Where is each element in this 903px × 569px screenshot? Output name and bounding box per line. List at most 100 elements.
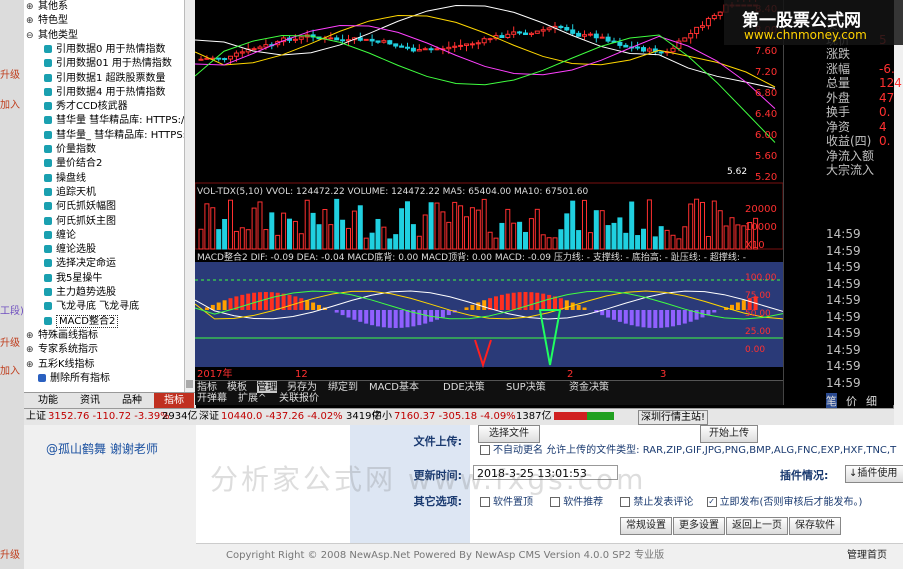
detail-tab[interactable]: 细 xyxy=(866,393,877,409)
tree-item-label: 何氏抓妖主图 xyxy=(56,215,116,227)
tree-item[interactable]: 缠论选股 xyxy=(44,243,96,257)
macd-histogram-bar xyxy=(671,310,675,327)
indicator-tree: ⊕ 其他系 ⊕ 特色型 ⊖ 其他类型 引用数据0 用于热情指数 引用数据01 用于热情指数 引用… xyxy=(24,0,195,392)
tab-indicator[interactable]: 指标 xyxy=(154,393,194,409)
save-software-button[interactable]: 保存软件 xyxy=(789,517,841,535)
candle-body xyxy=(582,34,587,37)
tree-expander-icon[interactable]: ⊕ xyxy=(26,343,38,357)
tree-item[interactable]: 引用数据0 用于热情指数 xyxy=(44,43,166,57)
volume-bar xyxy=(340,219,346,250)
detail-tab[interactable]: 价 xyxy=(846,393,857,409)
candle-body xyxy=(446,46,452,50)
volume-bar xyxy=(428,202,434,250)
tree-item[interactable]: 操盘线 xyxy=(44,172,86,186)
tree-scrollbar[interactable] xyxy=(184,0,195,392)
macd-histogram-bar xyxy=(440,310,445,318)
tree-expander-icon[interactable]: ⊕ xyxy=(26,358,38,372)
volume-bar xyxy=(328,224,334,250)
extra-tab[interactable]: 开弹幕 xyxy=(197,393,227,405)
volume-bar xyxy=(464,216,469,250)
candle-body xyxy=(617,41,623,46)
opt-no-comment-checkbox[interactable]: 禁止发表评论 xyxy=(620,497,693,508)
candle-body xyxy=(623,44,629,48)
tick-time: 14:59 xyxy=(826,276,861,291)
strip-upgrade-2[interactable]: 升级 xyxy=(0,334,20,349)
strip-upgrade-3[interactable]: 升级 xyxy=(0,546,20,561)
tree-item[interactable]: 追踪天机 xyxy=(44,186,96,200)
tree-folder[interactable]: ⊕ 特色型 xyxy=(26,14,68,28)
tree-item[interactable]: 引用数据01 用于热情指数 xyxy=(44,57,172,71)
macd-histogram-bar xyxy=(299,298,304,310)
tree-folder[interactable]: ⊕ 特殊画线指标 xyxy=(26,329,98,343)
footer-admin-link[interactable]: 管理首页 xyxy=(847,546,887,561)
volume-bar xyxy=(729,217,735,250)
macd-histogram-bar xyxy=(405,310,410,328)
tree-folder[interactable]: ⊕ 其他系 xyxy=(26,0,68,14)
normal-settings-button[interactable]: 常规设置 xyxy=(620,517,672,535)
tree-item[interactable]: 主力趋势选股 xyxy=(44,286,116,300)
volume-bar xyxy=(287,218,292,250)
quote-label: 净流入额 xyxy=(826,148,875,163)
candle-body xyxy=(464,43,469,46)
tree-item[interactable]: 何氏抓妖主图 xyxy=(44,215,116,229)
tab-news[interactable]: 资讯 xyxy=(70,393,110,409)
detail-tab[interactable]: 笔 xyxy=(826,393,837,409)
tree-folder[interactable]: ⊕ 专家系统指示 xyxy=(26,343,98,357)
tree-item[interactable]: 选择决定命运 xyxy=(44,257,116,271)
tree-folder[interactable]: ⊕ 五彩K线指标 xyxy=(26,358,95,372)
auto-rename-option[interactable]: 不自动更名 允许上传的文件类型: RAR,ZIP,GIF,JPG,PNG,BMP… xyxy=(480,441,896,456)
tree-expander-icon[interactable]: ⊕ xyxy=(26,329,38,343)
tree-item[interactable]: 飞龙寻底 飞龙寻底 xyxy=(44,300,139,314)
candle-body xyxy=(481,38,487,44)
tree-expander-icon[interactable]: ⊕ xyxy=(26,0,38,14)
volume-bar xyxy=(599,210,605,250)
tree-item[interactable]: 彗华量_ 彗华精品库: HTTPS: xyxy=(44,129,186,143)
opt-top-checkbox[interactable]: 软件置顶 xyxy=(480,497,533,508)
tree-item[interactable]: 引用数据4 用于热情指数 xyxy=(44,86,166,100)
tree-item[interactable]: 缠论 xyxy=(44,229,76,243)
tab-function[interactable]: 功能 xyxy=(28,393,68,409)
tree-item[interactable]: 引用数据1 超跌股票数量 xyxy=(44,72,166,86)
price-tick-label: 7.60 xyxy=(755,46,777,57)
extra-tab[interactable]: 扩展^ xyxy=(238,393,266,405)
tick-time: 14:59 xyxy=(826,359,861,373)
opt-recommend-checkbox[interactable]: 软件推荐 xyxy=(550,497,603,508)
extra-tab[interactable]: 关联报价 xyxy=(279,393,319,405)
strip-join-2[interactable]: 加入 xyxy=(0,362,20,377)
tree-item-label: 飞龙寻底 飞龙寻底 xyxy=(56,301,140,313)
strip-join-1[interactable]: 加入 xyxy=(0,96,20,111)
station-label[interactable]: 深圳行情主站! xyxy=(638,410,709,425)
tree-item[interactable]: 量价结合2 xyxy=(44,157,102,171)
kline-chart-area[interactable]: 8.408.007.607.206.806.406.005.605.205.62… xyxy=(194,0,784,380)
tab-variety[interactable]: 品种 xyxy=(112,393,152,409)
macd-histogram-bar xyxy=(576,304,581,310)
back-button[interactable]: 返回上一页 xyxy=(726,517,788,535)
opt-publish-checkbox[interactable]: ✓ 立即发布(否则审核后才能发布。) xyxy=(706,497,862,508)
candle-body xyxy=(363,38,369,41)
extra-bottom-tabs: 开弹幕 扩展^ 关联报价 xyxy=(195,393,783,405)
tree-item[interactable]: 价量指数 xyxy=(44,143,96,157)
more-settings-button[interactable]: 更多设置 xyxy=(673,517,725,535)
tree-item[interactable]: 何氏抓妖幅图 xyxy=(44,200,116,214)
tree-item[interactable]: 彗华量 彗华精品库: HTTPS:/ xyxy=(44,114,184,128)
strip-upgrade-1[interactable]: 升级 xyxy=(0,66,20,81)
date-label: 2 xyxy=(567,369,573,380)
tree-expander-icon[interactable]: ⊕ xyxy=(26,14,38,28)
volume-bar xyxy=(416,235,422,250)
sh-values[interactable]: 3152.76 -110.72 -3.39% xyxy=(48,409,170,425)
indicator-icon xyxy=(44,145,52,153)
tree-folder[interactable]: ⊖ 其他类型 xyxy=(26,29,78,43)
tree-item[interactable]: MACD整合2 xyxy=(44,314,119,329)
zx-values[interactable]: 7160.37 -305.18 -4.09% xyxy=(394,409,516,425)
indicator-icon xyxy=(44,288,52,296)
tree-item[interactable]: 我5星操牛 xyxy=(44,272,102,286)
tree-item[interactable]: 秀才CCD核武器 xyxy=(44,100,128,114)
macd-histogram-bar xyxy=(535,292,540,310)
volume-bar xyxy=(564,213,570,250)
tree-folder[interactable]: 删除所有指标 xyxy=(26,372,110,386)
plugin-select[interactable]: ↓插件使用 xyxy=(845,465,903,483)
sz-values[interactable]: 10440.0 -437.26 -4.02% xyxy=(221,409,343,425)
tree-expander-icon[interactable]: ⊖ xyxy=(26,29,38,43)
candle-body xyxy=(340,39,346,42)
candle-body xyxy=(587,33,593,36)
